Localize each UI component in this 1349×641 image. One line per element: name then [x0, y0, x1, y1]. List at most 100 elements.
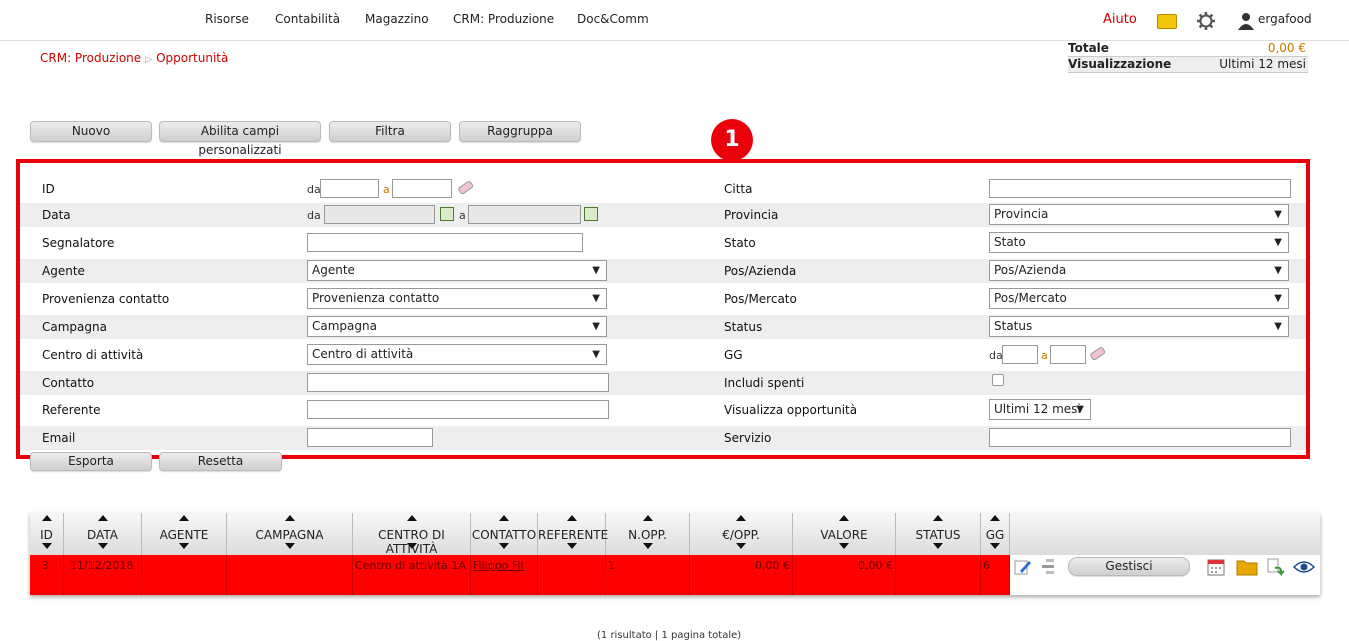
- centro-select[interactable]: Centro di attività ▼: [307, 344, 607, 365]
- eye-icon[interactable]: [1293, 560, 1315, 574]
- sort-down-icon[interactable]: [933, 543, 943, 549]
- citta-input[interactable]: [989, 179, 1291, 198]
- col-agente[interactable]: AGENTE: [142, 513, 227, 555]
- breadcrumb-page[interactable]: Opportunità: [156, 51, 228, 65]
- resetta-button[interactable]: Resetta: [159, 452, 282, 471]
- sort-down-icon[interactable]: [990, 543, 1000, 549]
- filtra-button[interactable]: Filtra: [329, 121, 451, 142]
- gg-from-input[interactable]: [1002, 345, 1038, 364]
- pos-azienda-select-value: Pos/Azienda: [994, 263, 1067, 277]
- abilita-campi-button[interactable]: Abilita campi personalizzati: [159, 121, 321, 157]
- sort-up-icon[interactable]: [933, 515, 943, 521]
- col-campagna[interactable]: CAMPAGNA: [227, 513, 353, 555]
- campagna-select[interactable]: Campagna ▼: [307, 316, 607, 337]
- id-to-input[interactable]: [392, 179, 452, 198]
- sort-down-icon[interactable]: [499, 543, 509, 549]
- provenienza-select-value: Provenienza contatto: [312, 291, 440, 305]
- sort-up-icon[interactable]: [839, 515, 849, 521]
- eraser-icon[interactable]: [456, 179, 476, 197]
- col-eopp[interactable]: €/OPP.: [690, 513, 793, 555]
- data-to-input[interactable]: [468, 205, 581, 224]
- col-data[interactable]: DATA: [64, 513, 142, 555]
- segnalatore-input[interactable]: [307, 233, 583, 252]
- col-contatto[interactable]: CONTATTO: [471, 513, 538, 555]
- calendar-icon[interactable]: [1207, 558, 1225, 576]
- col-nopp[interactable]: N.OPP.: [606, 513, 690, 555]
- data-da-label: da: [307, 209, 321, 222]
- sort-up-icon[interactable]: [566, 515, 577, 521]
- calendar-icon[interactable]: [440, 207, 454, 221]
- sort-down-icon[interactable]: [179, 543, 189, 549]
- nav-risorse[interactable]: Risorse: [205, 12, 249, 26]
- sort-up-icon[interactable]: [41, 515, 52, 521]
- stato-select[interactable]: Stato ▼: [989, 232, 1289, 253]
- raggruppa-button[interactable]: Raggruppa: [459, 121, 581, 142]
- status-select[interactable]: Status ▼: [989, 316, 1289, 337]
- col-gg[interactable]: GG: [981, 513, 1010, 555]
- email-input[interactable]: [307, 428, 433, 447]
- data-a-label: a: [459, 209, 466, 222]
- provenienza-label: Provenienza contatto: [42, 292, 170, 306]
- eraser-icon[interactable]: [1088, 345, 1108, 363]
- filter-row-data: Data da a Provincia Provincia ▼: [20, 203, 1306, 227]
- help-link[interactable]: Aiuto: [1103, 12, 1137, 27]
- pos-mercato-select[interactable]: Pos/Mercato ▼: [989, 288, 1289, 309]
- nav-contabilita[interactable]: Contabilità: [275, 12, 340, 26]
- sort-down-icon[interactable]: [566, 543, 577, 549]
- user-name[interactable]: ergafood: [1258, 12, 1312, 26]
- citta-label: Citta: [724, 182, 753, 196]
- nav-doc-comm[interactable]: Doc&Comm: [577, 12, 649, 26]
- folder-icon[interactable]: [1236, 558, 1258, 576]
- esporta-button[interactable]: Esporta: [30, 452, 152, 471]
- includi-spenti-checkbox[interactable]: [992, 374, 1004, 386]
- user-icon[interactable]: [1237, 12, 1255, 30]
- nav-crm-produzione[interactable]: CRM: Produzione: [453, 12, 554, 26]
- pos-azienda-select[interactable]: Pos/Azienda ▼: [989, 260, 1289, 281]
- provincia-select[interactable]: Provincia ▼: [989, 204, 1289, 225]
- breadcrumb-section[interactable]: CRM: Produzione: [40, 51, 141, 65]
- col-centro[interactable]: CENTRO DI ATTIVITÀ: [353, 513, 471, 556]
- col-valore[interactable]: VALORE: [793, 513, 896, 555]
- sort-up-icon[interactable]: [179, 515, 189, 521]
- visualizzazione-value: Ultimi 12 mesi: [1219, 57, 1306, 71]
- sort-down-icon[interactable]: [736, 543, 746, 549]
- sort-down-icon[interactable]: [406, 543, 417, 549]
- provenienza-select[interactable]: Provenienza contatto ▼: [307, 288, 607, 309]
- servizio-input[interactable]: [989, 428, 1291, 447]
- sort-up-icon[interactable]: [990, 515, 1000, 521]
- data-from-input[interactable]: [324, 205, 435, 224]
- col-status[interactable]: STATUS: [896, 513, 981, 555]
- sort-up-icon[interactable]: [284, 515, 295, 521]
- cell-contatto-link[interactable]: Filippo Fil: [471, 555, 538, 595]
- referente-input[interactable]: [307, 400, 609, 419]
- mail-icon[interactable]: [1157, 14, 1177, 29]
- table-row[interactable]: 3 11/12/2018 Centro di attività 1A Filip…: [30, 555, 1320, 595]
- sort-up-icon[interactable]: [642, 515, 653, 521]
- sort-down-icon[interactable]: [97, 543, 108, 549]
- sort-down-icon[interactable]: [642, 543, 653, 549]
- nuovo-button[interactable]: Nuovo: [30, 121, 152, 142]
- contatto-input[interactable]: [307, 373, 609, 392]
- reorder-icon[interactable]: [1040, 558, 1056, 576]
- sort-up-icon[interactable]: [499, 515, 509, 521]
- chevron-down-icon: ▼: [1274, 293, 1282, 304]
- visualizza-select[interactable]: Ultimi 12 mesi ▼: [989, 399, 1091, 420]
- gear-icon[interactable]: [1196, 11, 1216, 31]
- sort-up-icon[interactable]: [97, 515, 108, 521]
- nav-magazzino[interactable]: Magazzino: [365, 12, 429, 26]
- calendar-icon[interactable]: [584, 207, 598, 221]
- gg-to-input[interactable]: [1050, 345, 1086, 364]
- sort-up-icon[interactable]: [406, 515, 417, 521]
- edit-pencil-icon[interactable]: [1014, 558, 1032, 576]
- col-id[interactable]: ID: [30, 513, 64, 555]
- col-referente[interactable]: REFERENTE: [538, 513, 608, 555]
- id-from-input[interactable]: [320, 179, 379, 198]
- sort-down-icon[interactable]: [284, 543, 295, 549]
- sort-down-icon[interactable]: [41, 543, 52, 549]
- agente-select-value: Agente: [312, 263, 355, 277]
- gestisci-button[interactable]: Gestisci: [1068, 557, 1190, 576]
- document-transfer-icon[interactable]: [1266, 558, 1286, 576]
- sort-down-icon[interactable]: [839, 543, 849, 549]
- agente-select[interactable]: Agente ▼: [307, 260, 607, 281]
- sort-up-icon[interactable]: [736, 515, 746, 521]
